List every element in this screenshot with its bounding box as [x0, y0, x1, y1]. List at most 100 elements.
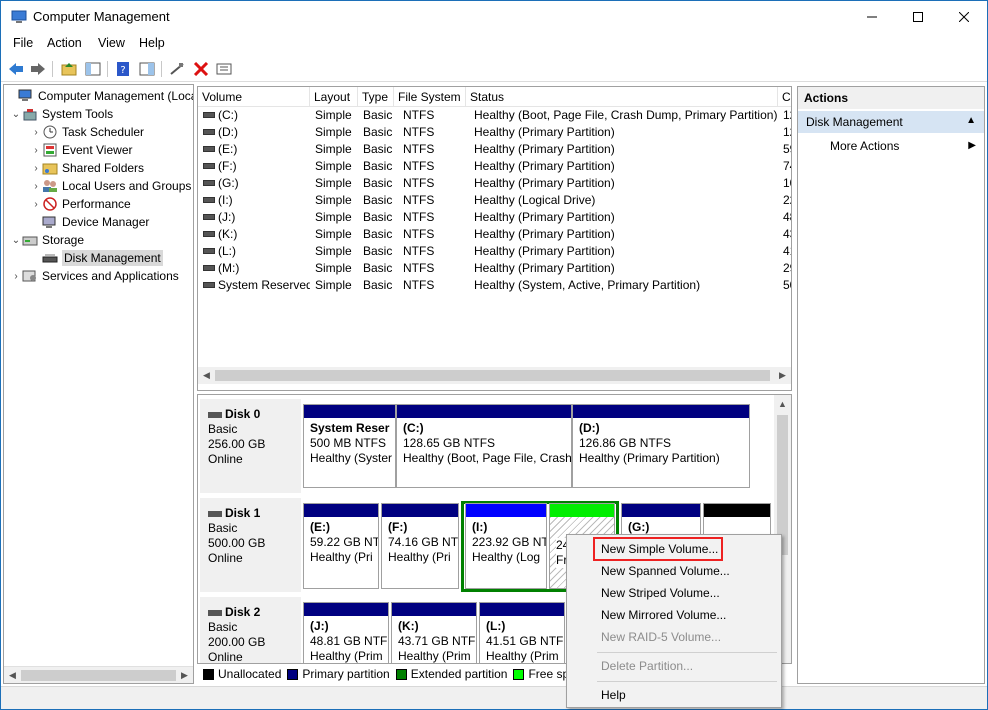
- properties-button[interactable]: [137, 59, 157, 79]
- menu-file[interactable]: File: [13, 36, 33, 50]
- menu-item-help[interactable]: Help: [601, 688, 626, 702]
- column-header-status[interactable]: Status: [466, 87, 778, 107]
- partition-j[interactable]: (J:) 48.81 GB NTF Healthy (Prim: [303, 602, 389, 663]
- expanded-chevron-icon[interactable]: ⌄: [10, 109, 22, 120]
- scroll-left-arrow-icon[interactable]: ◀: [198, 367, 215, 384]
- close-button[interactable]: [941, 1, 987, 32]
- collapsed-chevron-icon[interactable]: ›: [30, 127, 42, 138]
- volume-icon: [203, 248, 215, 254]
- partition-d[interactable]: (D:) 126.86 GB NTFS Healthy (Primary Parti…: [572, 404, 750, 488]
- menu-item-new-spanned-volume[interactable]: New Spanned Volume...: [601, 564, 730, 578]
- disk-1-label[interactable]: Disk 1 Basic 500.00 GB Online: [200, 498, 301, 592]
- minimize-button[interactable]: [849, 1, 895, 32]
- scroll-right-arrow-icon[interactable]: ▶: [176, 667, 193, 683]
- actions-section-disk-management[interactable]: Disk Management ▲: [798, 111, 984, 133]
- expanded-chevron-icon[interactable]: ⌄: [10, 235, 22, 246]
- collapsed-chevron-icon[interactable]: ›: [30, 163, 42, 174]
- tree-horizontal-scrollbar[interactable]: ◀ ▶: [4, 666, 193, 683]
- cell-volume: (M:): [218, 261, 240, 275]
- event-viewer-icon: [43, 143, 57, 157]
- menu-view[interactable]: View: [98, 36, 125, 50]
- forward-button[interactable]: [28, 59, 48, 79]
- column-header-type[interactable]: Type: [358, 87, 394, 107]
- tree-item-shared-folders[interactable]: › Shared Folders: [30, 159, 144, 177]
- tree-item-system-tools[interactable]: ⌄ System Tools: [10, 105, 113, 123]
- tree-item-task-scheduler[interactable]: › Task Scheduler: [30, 123, 144, 141]
- export-list-button[interactable]: [214, 59, 234, 79]
- partition-i[interactable]: (I:) 223.92 GB NT Healthy (Log: [465, 503, 547, 589]
- collapse-up-icon[interactable]: ▲: [966, 115, 976, 126]
- column-header-volume[interactable]: Volume: [198, 87, 310, 107]
- show-hide-tree-button[interactable]: [83, 59, 103, 79]
- volume-list-header: Volume Layout Type File System Status C: [198, 87, 791, 107]
- partition-f[interactable]: (F:) 74.16 GB NT Healthy (Pri: [381, 503, 459, 589]
- cell-file-system: NTFS: [403, 159, 435, 173]
- scrollbar-thumb[interactable]: [21, 670, 176, 681]
- table-row[interactable]: (K:) Simple Basic NTFS Healthy (Primary Part…: [198, 226, 791, 243]
- menu-item-new-striped-volume[interactable]: New Striped Volume...: [601, 586, 720, 600]
- table-row[interactable]: (L:) Simple Basic NTFS Healthy (Primary Part…: [198, 243, 791, 260]
- tree-item-computer-management[interactable]: Computer Management (Local: [6, 87, 193, 105]
- partition-info: (J:) 48.81 GB NTF Healthy (Prim: [310, 619, 387, 663]
- cell-file-system: NTFS: [403, 142, 435, 156]
- computer-management-icon: [11, 10, 27, 23]
- disk-0-label[interactable]: Disk 0 Basic 256.00 GB Online: [200, 399, 301, 493]
- scroll-right-arrow-icon[interactable]: ▶: [774, 367, 791, 384]
- table-row[interactable]: System Reserved Simple Basic NTFS Healthy (S…: [198, 277, 791, 294]
- tree-item-local-users[interactable]: › Local Users and Groups: [30, 177, 191, 195]
- menu-action[interactable]: Action: [47, 36, 82, 50]
- tree-item-performance[interactable]: › Performance: [30, 195, 130, 213]
- tree-item-disk-management[interactable]: Disk Management: [30, 249, 163, 267]
- cell-layout: Simple: [315, 261, 352, 275]
- shared-folder-icon: [42, 163, 58, 175]
- scrollbar-thumb[interactable]: [215, 370, 770, 381]
- services-icon: [22, 270, 36, 282]
- partition-l[interactable]: (L:) 41.51 GB NTF Healthy (Prim: [479, 602, 565, 663]
- up-folder-button[interactable]: [59, 59, 79, 79]
- delete-button[interactable]: [191, 59, 211, 79]
- menu-item-new-raid5-volume[interactable]: New RAID-5 Volume...: [601, 630, 721, 644]
- back-button[interactable]: [6, 59, 26, 79]
- table-row[interactable]: (G:) Simple Basic NTFS Healthy (Primary Part…: [198, 175, 791, 192]
- column-header-file-system[interactable]: File System: [394, 87, 466, 107]
- cell-file-system: NTFS: [403, 193, 435, 207]
- menu-help[interactable]: Help: [139, 36, 165, 50]
- scroll-left-arrow-icon[interactable]: ◀: [4, 667, 21, 683]
- column-header-layout[interactable]: Layout: [310, 87, 358, 107]
- disk-2-label[interactable]: Disk 2 Basic 200.00 GB Online: [200, 597, 301, 663]
- table-row[interactable]: (M:) Simple Basic NTFS Healthy (Primary Part…: [198, 260, 791, 277]
- menu-item-delete-partition[interactable]: Delete Partition...: [601, 659, 693, 673]
- table-row[interactable]: (F:) Simple Basic NTFS Healthy (Primary Part…: [198, 158, 791, 175]
- table-row[interactable]: (J:) Simple Basic NTFS Healthy (Primary Part…: [198, 209, 791, 226]
- scroll-up-arrow-icon[interactable]: ▲: [774, 395, 791, 412]
- connect-button[interactable]: [167, 59, 187, 79]
- status-bar: [1, 686, 987, 709]
- tree-item-services-applications[interactable]: › Services and Applications: [10, 267, 178, 285]
- help-button[interactable]: ?: [113, 59, 133, 79]
- partition-k[interactable]: (K:) 43.71 GB NTF Healthy (Prim: [391, 602, 477, 663]
- partition-e[interactable]: (E:)59.22 GB NTFHealthy (Pri: [303, 503, 379, 589]
- collapsed-chevron-icon[interactable]: ›: [30, 199, 42, 210]
- partition-c[interactable]: (C:) 128.65 GB NTFS Healthy (Boot, Page Fi…: [396, 404, 572, 488]
- collapsed-chevron-icon[interactable]: ›: [30, 181, 42, 192]
- volume-list-horizontal-scrollbar[interactable]: ◀ ▶: [198, 367, 791, 384]
- column-header-capacity[interactable]: C: [778, 87, 791, 107]
- more-actions-item[interactable]: More Actions: [830, 139, 899, 153]
- tree-item-storage[interactable]: ⌄ Storage: [10, 231, 84, 249]
- collapsed-chevron-icon[interactable]: ›: [30, 145, 42, 156]
- menu-item-new-mirrored-volume[interactable]: New Mirrored Volume...: [601, 608, 726, 622]
- legend-primary: Primary partition: [302, 667, 390, 681]
- table-row[interactable]: (I:) Simple Basic NTFS Healthy (Logical Driv…: [198, 192, 791, 209]
- cell-file-system: NTFS: [403, 108, 435, 122]
- table-row[interactable]: (E:) Simple Basic NTFS Healthy (Primary Part…: [198, 141, 791, 158]
- table-row[interactable]: (D:) Simple Basic NTFS Healthy (Primary Part…: [198, 124, 791, 141]
- tree-item-event-viewer[interactable]: › Event Viewer: [30, 141, 132, 159]
- tree-item-device-manager[interactable]: Device Manager: [30, 213, 149, 231]
- partition-size: 43.71 GB NTF: [398, 634, 476, 648]
- table-row[interactable]: (C:) Simple Basic NTFS Healthy (Boot, Page F…: [198, 107, 791, 124]
- partition-system-reserved[interactable]: System Reser 500 MB NTFS Healthy (Syster: [303, 404, 396, 488]
- collapsed-chevron-icon[interactable]: ›: [10, 271, 22, 282]
- menu-item-new-simple-volume[interactable]: New Simple Volume...: [601, 542, 718, 556]
- actions-pane: Actions Disk Management ▲ More Actions ▶: [797, 86, 985, 684]
- maximize-button[interactable]: [895, 1, 941, 32]
